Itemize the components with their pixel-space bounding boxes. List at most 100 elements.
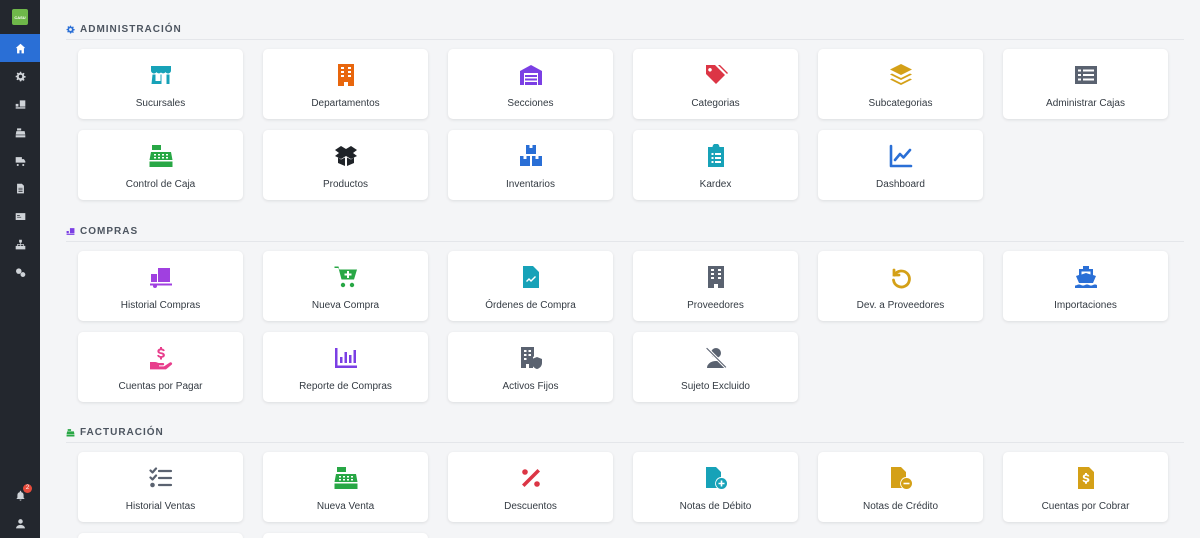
card-activos-fijos[interactable]: Activos Fijos bbox=[448, 332, 613, 402]
card-partial[interactable] bbox=[263, 533, 428, 538]
sidebar-item-compras[interactable] bbox=[0, 90, 40, 118]
card-proveedores[interactable]: Proveedores bbox=[633, 251, 798, 321]
sidebar-item-configuracion[interactable] bbox=[0, 258, 40, 286]
sitemap-icon bbox=[15, 239, 25, 249]
card-label: Órdenes de Compra bbox=[485, 300, 576, 311]
card-importaciones[interactable]: Importaciones bbox=[1003, 251, 1168, 321]
user-icon bbox=[15, 518, 25, 528]
card-cuentas-por-pagar[interactable]: Cuentas por Pagar bbox=[78, 332, 243, 402]
card-cuentas-por-cobrar[interactable]: Cuentas por Cobrar bbox=[1003, 452, 1168, 522]
card-label: Proveedores bbox=[687, 300, 744, 311]
truck-icon bbox=[15, 156, 25, 166]
section-title: COMPRAS bbox=[80, 226, 139, 237]
section-header-administracion: ADMINISTRACIÓN bbox=[66, 22, 1184, 40]
card-inventarios[interactable]: Inventarios bbox=[448, 130, 613, 200]
card-ordenes-de-compra[interactable]: Órdenes de Compra bbox=[448, 251, 613, 321]
card-sujeto-excluido[interactable]: Sujeto Excluido bbox=[633, 332, 798, 402]
percent-icon bbox=[521, 469, 540, 487]
sidebar-item-organizacion[interactable] bbox=[0, 230, 40, 258]
sidebar-item-notifications[interactable]: 2 bbox=[0, 481, 40, 509]
card-nueva-venta[interactable]: Nueva Venta bbox=[263, 452, 428, 522]
clipboard-list-icon bbox=[707, 144, 724, 167]
section-title: FACTURACIÓN bbox=[80, 427, 164, 438]
sidebar-item-home[interactable] bbox=[0, 34, 40, 62]
card-departamentos[interactable]: Departamentos bbox=[263, 49, 428, 119]
boxes-icon bbox=[519, 145, 542, 166]
sidebar-item-facturacion[interactable] bbox=[0, 118, 40, 146]
card-control-de-caja[interactable]: Control de Caja bbox=[78, 130, 243, 200]
box-open-icon bbox=[334, 146, 357, 166]
sidebar-item-documentos[interactable] bbox=[0, 174, 40, 202]
card-label: Administrar Cajas bbox=[1046, 98, 1125, 109]
card-label: Notas de Débito bbox=[679, 501, 752, 512]
card-dashboard[interactable]: Dashboard bbox=[818, 130, 983, 200]
tags-icon bbox=[705, 65, 728, 84]
card-label: Cuentas por Pagar bbox=[118, 381, 203, 392]
home-icon bbox=[15, 43, 25, 53]
card-label: Nueva Compra bbox=[311, 300, 380, 311]
card-partial[interactable] bbox=[78, 533, 243, 538]
card-sucursales[interactable]: Sucursales bbox=[78, 49, 243, 119]
main-content: ADMINISTRACIÓN Sucursales Departamentos … bbox=[40, 0, 1200, 538]
truck-ramp-icon bbox=[66, 228, 75, 235]
card-kardex[interactable]: Kardex bbox=[633, 130, 798, 200]
chart-bar-icon bbox=[334, 348, 357, 368]
card-nueva-compra[interactable]: Nueva Compra bbox=[263, 251, 428, 321]
building-icon bbox=[337, 64, 354, 86]
card-label: Activos Fijos bbox=[502, 381, 559, 392]
card-historial-compras[interactable]: Historial Compras bbox=[78, 251, 243, 321]
app-logo[interactable]: CASU bbox=[12, 9, 28, 25]
card-secciones[interactable]: Secciones bbox=[448, 49, 613, 119]
card-label: Cuentas por Cobrar bbox=[1041, 501, 1130, 512]
file-invoice-icon bbox=[522, 266, 539, 288]
card-label: Dashboard bbox=[876, 179, 925, 190]
chart-line-icon bbox=[889, 144, 912, 168]
card-administrar-cajas[interactable]: Administrar Cajas bbox=[1003, 49, 1168, 119]
card-reporte-de-compras[interactable]: Reporte de Compras bbox=[263, 332, 428, 402]
sidebar-item-clientes[interactable] bbox=[0, 202, 40, 230]
id-card-icon bbox=[15, 212, 25, 220]
undo-icon bbox=[891, 268, 911, 289]
card-categorias[interactable]: Categorias bbox=[633, 49, 798, 119]
cash-register-icon bbox=[66, 429, 75, 437]
section-header-facturacion: FACTURACIÓN bbox=[66, 425, 1184, 443]
card-label: Historial Ventas bbox=[125, 501, 196, 512]
card-subcategorias[interactable]: Subcategorias bbox=[818, 49, 983, 119]
cash-register-icon bbox=[15, 127, 25, 137]
card-productos[interactable]: Productos bbox=[263, 130, 428, 200]
card-label: Notas de Crédito bbox=[862, 501, 939, 512]
card-notas-de-debito[interactable]: Notas de Débito bbox=[633, 452, 798, 522]
card-dev-a-proveedores[interactable]: Dev. a Proveedores bbox=[818, 251, 983, 321]
card-label: Categorias bbox=[691, 98, 740, 109]
card-label: Nueva Venta bbox=[316, 501, 375, 512]
building-icon bbox=[707, 266, 724, 288]
list-icon bbox=[1074, 66, 1097, 84]
cart-plus-icon bbox=[334, 266, 357, 288]
sidebar: CASU 2 bbox=[0, 0, 40, 538]
card-label: Descuentos bbox=[504, 501, 557, 512]
sidebar-item-user[interactable] bbox=[0, 509, 40, 537]
user-slash-icon bbox=[704, 346, 728, 370]
card-label: Control de Caja bbox=[125, 179, 196, 190]
file-minus-icon bbox=[890, 467, 912, 489]
dolly-icon bbox=[149, 268, 172, 288]
card-descuentos[interactable]: Descuentos bbox=[448, 452, 613, 522]
card-label: Productos bbox=[322, 179, 369, 190]
card-label: Dev. a Proveedores bbox=[856, 300, 945, 311]
gear-icon bbox=[15, 71, 26, 81]
card-label: Sujeto Excluido bbox=[681, 381, 750, 392]
store-icon bbox=[150, 66, 171, 84]
cash-register-icon bbox=[149, 145, 172, 167]
card-historial-ventas[interactable]: Historial Ventas bbox=[78, 452, 243, 522]
card-label: Secciones bbox=[507, 98, 554, 109]
gear-icon bbox=[66, 25, 75, 34]
card-label: Reporte de Compras bbox=[299, 381, 392, 392]
sidebar-item-despacho[interactable] bbox=[0, 146, 40, 174]
sidebar-item-settings[interactable] bbox=[0, 62, 40, 90]
layers-icon bbox=[889, 64, 912, 85]
file-plus-icon bbox=[705, 467, 727, 489]
card-label: Kardex bbox=[699, 179, 732, 190]
card-notas-de-credito[interactable]: Notas de Crédito bbox=[818, 452, 983, 522]
section-title: ADMINISTRACIÓN bbox=[80, 24, 182, 35]
list-check-icon bbox=[148, 467, 172, 488]
